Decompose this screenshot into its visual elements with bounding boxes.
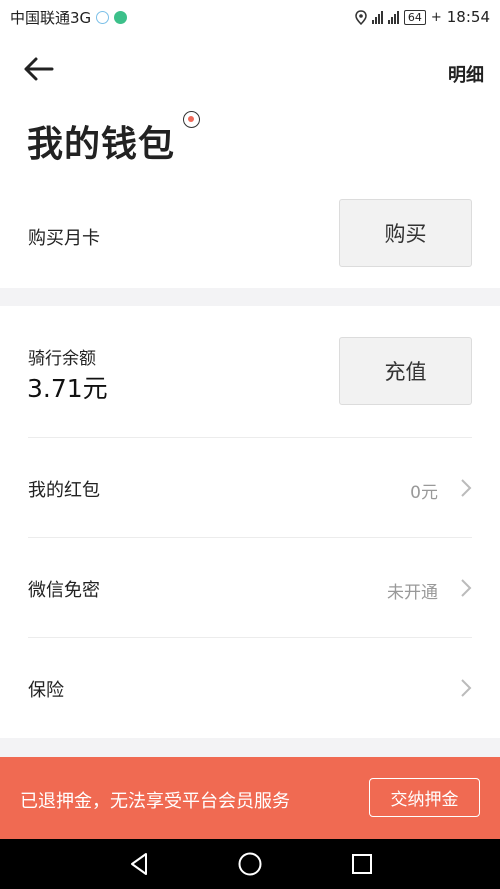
charging-icon: + — [430, 9, 442, 25]
list-item-label: 微信免密 — [28, 580, 100, 601]
deposit-banner: 已退押金，无法享受平台会员服务 交纳押金 — [0, 757, 500, 839]
balance-value: 3.71元 — [27, 374, 108, 403]
section-divider — [0, 288, 500, 306]
clock: 18:54 — [446, 8, 490, 26]
system-nav-bar — [0, 839, 500, 889]
location-icon — [355, 9, 367, 25]
status-bar-right: 64 + 18:54 — [355, 8, 490, 26]
section-divider — [0, 738, 500, 757]
play-app-icon — [114, 10, 128, 24]
list-item-wechat-pay[interactable]: 微信免密 未开通 — [0, 538, 500, 638]
nav-home-button[interactable] — [237, 851, 263, 877]
status-bar: 中国联通3G 64 + 18:54 — [0, 0, 500, 34]
nav-back-button[interactable] — [127, 851, 153, 877]
list-item-red-packet[interactable]: 我的红包 0元 — [0, 438, 500, 538]
monthly-card-label: 购买月卡 — [28, 228, 100, 249]
pay-deposit-button[interactable]: 交纳押金 — [369, 778, 480, 817]
decoration-icon — [183, 111, 200, 128]
list-item-label: 我的红包 — [28, 480, 100, 501]
back-button[interactable] — [22, 56, 58, 86]
page-title: 我的钱包 — [27, 124, 176, 165]
list-item-insurance[interactable]: 保险 — [0, 638, 500, 738]
nav-recent-button[interactable] — [349, 851, 375, 877]
buy-button[interactable]: 购买 — [339, 199, 472, 267]
banner-text: 已退押金，无法享受平台会员服务 — [20, 791, 290, 812]
chevron-right-icon — [461, 479, 472, 497]
triangle-back-icon — [131, 853, 147, 875]
signal-icon — [371, 10, 383, 24]
list-item-value: 未开通 — [387, 583, 438, 603]
balance-label: 骑行余额 — [28, 349, 96, 369]
list-item-label: 保险 — [28, 680, 64, 701]
top-nav: 明细 — [0, 34, 500, 114]
square-recent-icon — [352, 854, 372, 874]
chevron-right-icon — [461, 579, 472, 597]
signal-icon-2 — [387, 10, 399, 24]
recharge-button[interactable]: 充值 — [339, 337, 472, 405]
carrier-label: 中国联通3G — [10, 8, 92, 27]
arrow-left-icon — [24, 57, 54, 81]
status-bar-left: 中国联通3G — [10, 7, 128, 28]
detail-button[interactable]: 明细 — [448, 61, 484, 87]
battery-icon: 64 — [403, 9, 426, 25]
bell-app-icon — [96, 10, 110, 24]
list-item-value: 0元 — [410, 483, 438, 503]
circle-home-icon — [238, 852, 262, 876]
chevron-right-icon — [461, 679, 472, 697]
